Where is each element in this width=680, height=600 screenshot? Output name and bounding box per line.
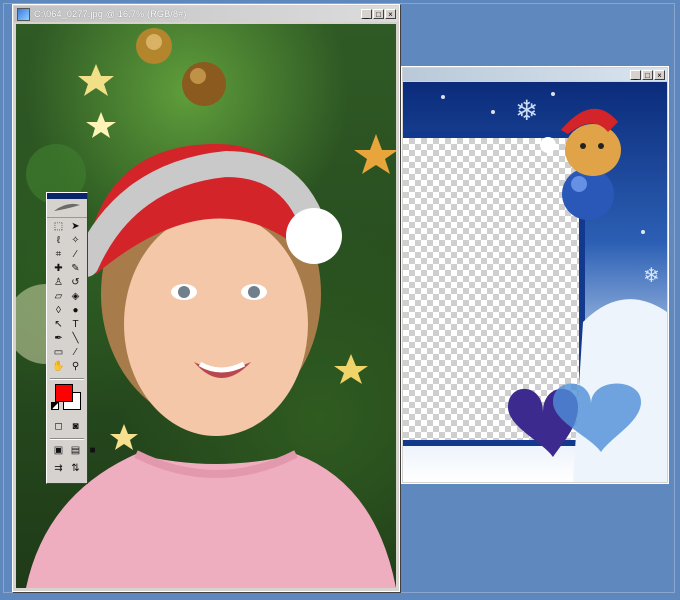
type-tool-icon[interactable]: T <box>68 319 83 331</box>
toolbox-panel[interactable]: ⬚ ➤ ℓ ✧ ⌗ ∕ ✚ ✎ ♙ ↺ ▱ ◈ ◊ ● ↖ T ✒ ╲ ▭ ⁄ ✋ ⚲ ◻ ◙ ▣ ▤ ■ ⇉ ⇅ <box>46 192 96 484</box>
pen-tool-icon[interactable]: ✒ <box>51 333 66 345</box>
quick-mask-mode-icon[interactable]: ◙ <box>68 421 83 433</box>
magic-wand-tool-icon[interactable]: ✧ <box>68 235 83 247</box>
close-button[interactable]: × <box>385 9 396 19</box>
toolbox-separator <box>50 378 84 380</box>
notes-tool-icon[interactable]: ▭ <box>51 347 66 359</box>
svg-text:❄: ❄ <box>515 94 538 127</box>
foreground-color-swatch[interactable] <box>55 384 73 402</box>
brush-tool-icon[interactable]: ✎ <box>68 263 83 275</box>
photo-window-title: C:\064_0277.jpg @ 16.7% (RGB/8#) <box>34 9 187 19</box>
color-swatches <box>51 382 83 416</box>
hand-tool-icon[interactable]: ✋ <box>51 361 66 373</box>
marquee-tool-icon[interactable]: ⬚ <box>51 221 66 233</box>
standard-screen-mode-icon[interactable]: ▣ <box>51 445 66 457</box>
move-tool-icon[interactable]: ➤ <box>68 221 83 233</box>
dodge-tool-icon[interactable]: ● <box>68 305 83 317</box>
jump-to-imageready-2-icon[interactable]: ⇅ <box>68 463 83 475</box>
eraser-tool-icon[interactable]: ▱ <box>51 291 66 303</box>
minimize-button[interactable]: _ <box>361 9 372 19</box>
standard-mode-icon[interactable]: ◻ <box>51 421 66 433</box>
christmas-frame-canvas[interactable]: ❄ ❄ <box>403 82 667 482</box>
toolbox-separator <box>50 438 84 440</box>
frame-document-window[interactable]: _ □ × ❄ ❄ <box>401 66 669 484</box>
frame-close-button[interactable]: × <box>654 69 665 80</box>
jump-to-imageready-icon[interactable]: ⇉ <box>51 463 66 475</box>
path-selection-tool-icon[interactable]: ↖ <box>51 319 66 331</box>
default-colors-icon[interactable] <box>51 402 59 410</box>
healing-brush-tool-icon[interactable]: ✚ <box>51 263 66 275</box>
slice-tool-icon[interactable]: ∕ <box>68 249 83 261</box>
svg-text:❄: ❄ <box>643 263 660 287</box>
document-icon <box>17 7 30 21</box>
full-screen-mode-icon[interactable]: ■ <box>85 445 100 457</box>
feather-logo-icon[interactable] <box>47 199 87 218</box>
crop-tool-icon[interactable]: ⌗ <box>51 249 66 261</box>
frame-decoration: ❄ ❄ <box>441 92 667 482</box>
lasso-tool-icon[interactable]: ℓ <box>51 235 66 247</box>
line-tool-icon[interactable]: ╲ <box>68 333 83 345</box>
blur-tool-icon[interactable]: ◊ <box>51 305 66 317</box>
photo-window-titlebar[interactable]: C:\064_0277.jpg @ 16.7% (RGB/8#) _ □ × <box>14 6 398 22</box>
eyedropper-tool-icon[interactable]: ⁄ <box>68 347 83 359</box>
frame-window-titlebar[interactable]: _ □ × <box>403 68 667 81</box>
history-brush-tool-icon[interactable]: ↺ <box>68 277 83 289</box>
paint-bucket-tool-icon[interactable]: ◈ <box>68 291 83 303</box>
clone-stamp-tool-icon[interactable]: ♙ <box>51 277 66 289</box>
maximize-button[interactable]: □ <box>373 9 384 19</box>
frame-maximize-button[interactable]: □ <box>642 69 653 80</box>
full-screen-menu-mode-icon[interactable]: ▤ <box>68 445 83 457</box>
zoom-tool-icon[interactable]: ⚲ <box>68 361 83 373</box>
frame-minimize-button[interactable]: _ <box>630 69 641 80</box>
